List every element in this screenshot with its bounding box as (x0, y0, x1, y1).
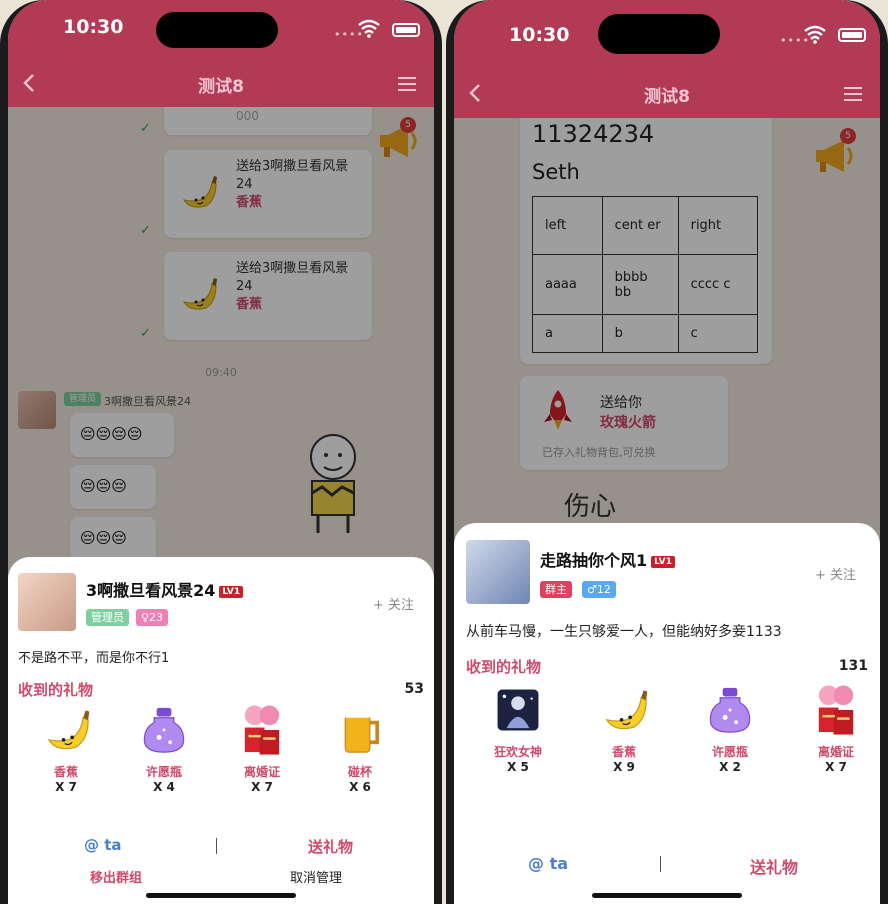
gift-item[interactable]: 碰杯 X 6 (320, 703, 400, 794)
level-badge: LV1 (651, 555, 675, 568)
gift-item[interactable]: 许愿瓶 X 2 (690, 683, 770, 774)
signature: 不是路不平，而是你不行1 (18, 651, 170, 666)
gift-name: 许愿瓶 (145, 765, 182, 779)
gift-name: 离婚证 (817, 745, 854, 759)
left-screen: 10:30 •••• 测试8 000 ✓ 送给3啊撒旦看风景 24 香蕉 ✓ 送给3… (8, 0, 434, 904)
status-bar: 10:30 •••• (8, 0, 434, 60)
chat-title: 测试8 (644, 87, 690, 107)
gift-qty: X 5 (507, 760, 529, 774)
status-time: 10:30 (63, 16, 124, 38)
profile-avatar[interactable] (18, 573, 76, 631)
gender-age-tag: ♂12 (582, 581, 616, 598)
role-tag: 群主 (540, 581, 572, 598)
gifts-count: 53 (404, 681, 424, 697)
gift-name: 碰杯 (347, 765, 372, 779)
gift-qty: X 7 (55, 780, 77, 794)
status-bar: 10:30 •••• (454, 0, 880, 70)
gift-item[interactable]: 许愿瓶 X 4 (124, 703, 204, 794)
nav-bar: 测试8 (8, 60, 434, 107)
profile-sheet: 3啊撒旦看风景24 LV1 管理员 ♀23 + 关注 不是路不平，而是你不行1 收… (8, 557, 434, 904)
wifi-icon (358, 19, 380, 38)
wish-bottle-icon (703, 683, 757, 737)
profile-name: 走路抽你个风1 LV1 (540, 547, 675, 571)
battery-icon (838, 28, 866, 42)
gift-name: 香蕉 (611, 745, 636, 759)
gift-name: 狂欢女神 (493, 745, 542, 759)
gift-item[interactable]: 狂欢女神 X 5 (478, 683, 558, 774)
remove-from-group-button[interactable]: 移出群组 (90, 867, 142, 886)
gender-age-tag: ♀23 (136, 609, 169, 626)
divorce-certificate-icon (235, 703, 289, 757)
gift-item[interactable]: 离婚证 X 7 (796, 683, 876, 774)
status-time: 10:30 (509, 24, 570, 46)
gift-qty: X 7 (251, 780, 273, 794)
gifts-title: 收到的礼物 (466, 658, 542, 676)
at-ta-button[interactable]: @ ta (528, 854, 568, 873)
battery-icon (392, 23, 420, 37)
menu-icon[interactable] (398, 77, 416, 91)
profile-name-text: 3啊撒旦看风景24 (86, 581, 216, 600)
send-gift-button[interactable]: 送礼物 (308, 836, 353, 857)
gift-qty: X 2 (719, 760, 741, 774)
gift-item[interactable]: 香蕉 X 7 (26, 703, 106, 794)
gift-item[interactable]: 离婚证 X 7 (222, 703, 302, 794)
divorce-certificate-icon (809, 683, 863, 737)
beer-icon (333, 703, 387, 757)
role-tag: 管理员 (86, 609, 129, 626)
gift-qty: X 7 (825, 760, 847, 774)
gift-name: 许愿瓶 (711, 745, 748, 759)
gift-qty: X 4 (153, 780, 175, 794)
gift-item[interactable]: 香蕉 X 9 (584, 683, 664, 774)
dynamic-island (598, 14, 720, 54)
at-ta-button[interactable]: @ ta (84, 836, 122, 854)
right-screen: 10:30 •••• 测试8 11324234 Seth left cent er… (454, 0, 880, 904)
banana-icon (597, 683, 651, 737)
profile-name: 3啊撒旦看风景24 LV1 (86, 577, 244, 601)
gift-qty: X 6 (349, 780, 371, 794)
nav-bar: 测试8 (454, 70, 880, 118)
send-gift-button[interactable]: 送礼物 (750, 854, 798, 878)
chat-title: 测试8 (198, 77, 244, 97)
left-phone: 10:30 •••• 测试8 000 ✓ 送给3啊撒旦看风景 24 香蕉 ✓ 送给3… (0, 0, 442, 904)
cancel-admin-button[interactable]: 取消管理 (290, 867, 342, 886)
signature: 从前车马慢，一生只够爱一人，但能纳好多妾1133 (466, 624, 782, 640)
profile-avatar[interactable] (466, 540, 530, 604)
banana-icon (39, 703, 93, 757)
wish-bottle-icon (137, 703, 191, 757)
home-indicator (146, 893, 296, 898)
follow-button[interactable]: + 关注 (815, 564, 856, 583)
gift-qty: X 9 (613, 760, 635, 774)
level-badge: LV1 (219, 585, 244, 598)
gift-name: 香蕉 (53, 765, 78, 779)
menu-icon[interactable] (844, 87, 862, 101)
follow-button[interactable]: + 关注 (373, 594, 414, 613)
right-phone: 10:30 •••• 测试8 11324234 Seth left cent er… (446, 0, 888, 904)
divider (660, 856, 661, 872)
divider (216, 838, 217, 854)
dynamic-island (156, 12, 278, 48)
profile-sheet: 走路抽你个风1 LV1 群主 ♂12 + 关注 从前车马慢，一生只够爱一人，但能纳… (454, 523, 880, 904)
wifi-icon (804, 25, 826, 44)
gifts-count: 131 (838, 658, 868, 674)
gifts-title: 收到的礼物 (18, 681, 94, 699)
carnival-goddess-icon (493, 683, 543, 737)
profile-name-text: 走路抽你个风1 (540, 551, 648, 570)
home-indicator (592, 893, 742, 898)
gift-name: 离婚证 (243, 765, 280, 779)
